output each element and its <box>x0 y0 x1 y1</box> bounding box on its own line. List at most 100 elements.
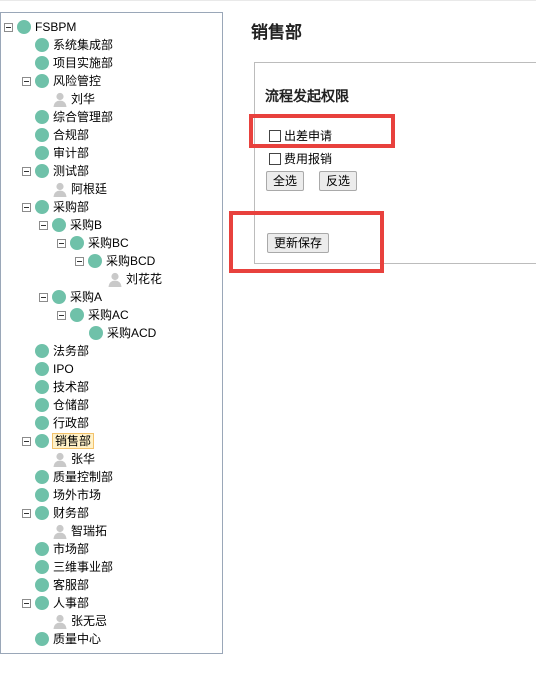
department-icon <box>52 218 66 232</box>
department-icon <box>35 632 49 646</box>
tree-node-label: 项目实施部 <box>53 56 114 70</box>
department-icon <box>35 74 49 88</box>
tree-node-label: 系统集成部 <box>53 38 114 52</box>
department-icon <box>35 164 49 178</box>
tree-node[interactable]: 审计部 <box>35 144 90 162</box>
tree-node[interactable]: 采购部 <box>22 198 90 216</box>
tree-node[interactable]: 项目实施部 <box>35 54 114 72</box>
invert-selection-button[interactable]: 反选 <box>319 171 358 191</box>
collapse-toggle-icon[interactable] <box>22 166 31 176</box>
collapse-toggle-icon[interactable] <box>57 238 66 248</box>
tree-node-label: 三维事业部 <box>53 560 114 574</box>
tree-node[interactable]: 采购BC <box>57 234 130 252</box>
department-tree-panel: FSBPM 系统集成部 项目实施部 风险管控 刘华 综合管理部 合规部 审计部 … <box>0 12 223 654</box>
tree-node-label: 智瑞拓 <box>71 524 108 538</box>
tree-node[interactable]: 采购BCD <box>75 252 156 270</box>
tree-node[interactable]: 采购A <box>39 288 103 306</box>
department-icon <box>35 398 49 412</box>
tree-node-label: 审计部 <box>53 146 90 160</box>
tree-node[interactable]: 测试部 <box>22 162 90 180</box>
expense-checkbox[interactable] <box>269 152 281 165</box>
tree-node-label: 法务部 <box>53 344 90 358</box>
tree-node[interactable]: 采购B <box>39 216 103 234</box>
tree-node-user[interactable]: 张无忌 <box>53 612 108 630</box>
department-icon <box>35 38 49 52</box>
tree-node-label: 客服部 <box>53 578 90 592</box>
collapse-toggle-icon[interactable] <box>22 598 31 608</box>
select-all-button[interactable]: 全选 <box>266 171 305 191</box>
tree-node-label: 市场部 <box>53 542 90 556</box>
tree-node-user[interactable]: 刘花花 <box>108 270 163 288</box>
tree-node-label: 采购ACD <box>107 326 157 340</box>
tree-node[interactable]: 市场部 <box>35 540 90 558</box>
tree-node-label: 阿根廷 <box>71 182 108 196</box>
tree-node-user[interactable]: 张华 <box>53 450 96 468</box>
tree-node-label: 仓储部 <box>53 398 90 412</box>
collapse-toggle-icon[interactable] <box>22 202 31 212</box>
department-icon <box>35 596 49 610</box>
tree-node-label: 综合管理部 <box>53 110 114 124</box>
tree-node[interactable]: IPO <box>35 360 75 378</box>
department-icon <box>70 308 84 322</box>
tree-node[interactable]: 质量中心 <box>35 630 102 648</box>
tree-node[interactable]: 财务部 <box>22 504 90 522</box>
user-icon <box>53 92 67 107</box>
department-icon <box>35 344 49 358</box>
collapse-toggle-icon[interactable] <box>39 220 48 230</box>
collapse-toggle-icon[interactable] <box>22 436 31 446</box>
collapse-toggle-icon[interactable] <box>57 310 66 320</box>
tree-node-user[interactable]: 刘华 <box>53 90 96 108</box>
tree-node[interactable]: 场外市场 <box>35 486 102 504</box>
tree-node[interactable]: 采购ACD <box>89 324 157 342</box>
tree-node[interactable]: 质量控制部 <box>35 468 114 486</box>
department-icon <box>88 254 102 268</box>
tree-node[interactable]: 法务部 <box>35 342 90 360</box>
tree-node[interactable]: 人事部 <box>22 594 90 612</box>
tree-node-user[interactable]: 智瑞拓 <box>53 522 108 540</box>
user-icon <box>53 452 67 467</box>
permission-row-expense[interactable]: 费用报销 <box>269 150 332 167</box>
top-divider <box>0 0 536 1</box>
department-icon <box>35 128 49 142</box>
collapse-toggle-icon[interactable] <box>22 508 31 518</box>
tree-node[interactable]: 合规部 <box>35 126 90 144</box>
tree-node-label: 技术部 <box>53 380 90 394</box>
department-icon <box>35 56 49 70</box>
tree-node[interactable]: 三维事业部 <box>35 558 114 576</box>
tree-node-label: 张华 <box>71 452 96 466</box>
department-icon <box>35 560 49 574</box>
tree-node-label: 刘花花 <box>126 272 163 286</box>
department-icon <box>35 416 49 430</box>
department-icon <box>35 434 49 448</box>
tree-node[interactable]: 风险管控 <box>22 72 102 90</box>
collapse-toggle-icon[interactable] <box>39 292 48 302</box>
collapse-toggle-icon[interactable] <box>4 22 13 32</box>
tree-node-label: 采购BCD <box>106 254 156 268</box>
tree-node[interactable]: 技术部 <box>35 378 90 396</box>
department-icon <box>52 290 66 304</box>
tree-node[interactable]: 客服部 <box>35 576 90 594</box>
tree-node-label: 质量中心 <box>53 632 102 646</box>
department-icon <box>35 110 49 124</box>
page-title: 销售部 <box>251 23 302 42</box>
tree-node[interactable]: 仓储部 <box>35 396 90 414</box>
highlight-box <box>249 114 395 148</box>
collapse-toggle-icon[interactable] <box>22 76 31 86</box>
department-icon <box>89 326 103 340</box>
collapse-toggle-icon[interactable] <box>75 256 84 266</box>
tree-node[interactable]: 系统集成部 <box>35 36 114 54</box>
tree-node-label: 财务部 <box>53 506 90 520</box>
tree-node[interactable]: 综合管理部 <box>35 108 114 126</box>
tree-node-selected[interactable]: 销售部 <box>22 432 95 450</box>
department-icon <box>35 542 49 556</box>
department-icon <box>35 200 49 214</box>
department-icon <box>35 488 49 502</box>
department-icon <box>70 236 84 250</box>
tree-node-user[interactable]: 阿根廷 <box>53 180 108 198</box>
tree-node-label: 采购B <box>70 218 103 232</box>
tree-node-label: 行政部 <box>53 416 90 430</box>
tree-node-label: IPO <box>53 362 74 376</box>
tree-node-fsbpm[interactable]: FSBPM <box>4 18 77 36</box>
tree-node[interactable]: 采购AC <box>57 306 130 324</box>
tree-node[interactable]: 行政部 <box>35 414 90 432</box>
